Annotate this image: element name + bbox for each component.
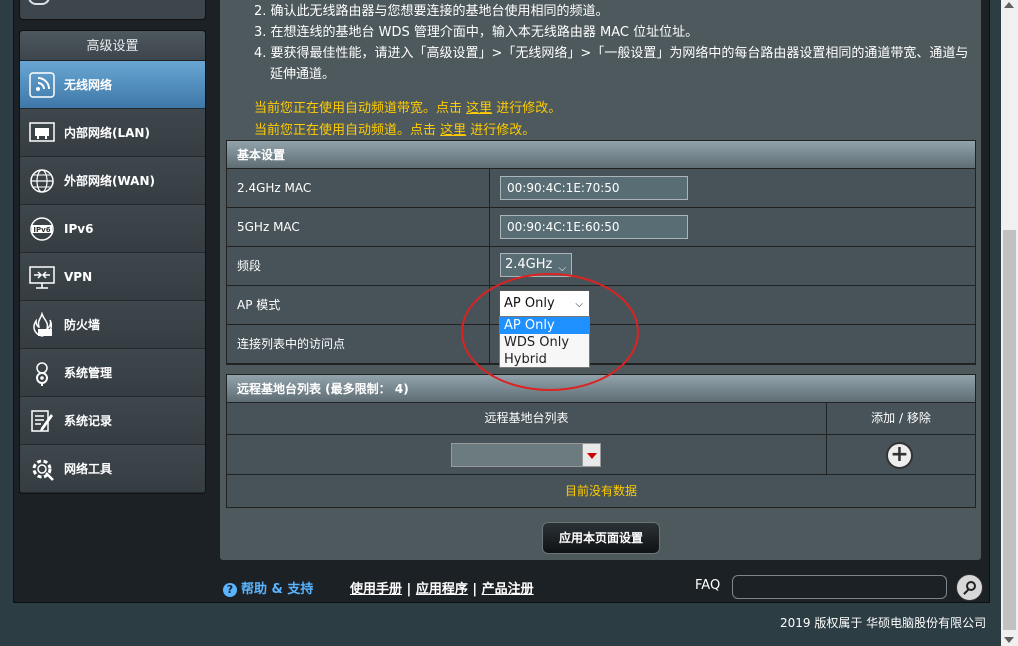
basic-settings-title: 基本设置 xyxy=(227,141,975,169)
sidebar-item-wan[interactable]: 外部网络(WAN) xyxy=(20,157,205,205)
notice-text: 当前您正在使用自动频道。点击 xyxy=(254,123,441,138)
sidebar-item-tools[interactable]: 网络工具 xyxy=(20,445,205,493)
notice-text: 进行修改。 xyxy=(466,123,536,138)
sidebar-advanced-settings: 高级设置 无线网络 内部网络(LAN) 外部网络(WAN) IPv6 IPv6 … xyxy=(19,30,206,494)
sidebar-item-label: 外部网络(WAN) xyxy=(64,174,155,188)
footer-links: 使用手册 | 应用程序 | 产品注册 xyxy=(350,582,534,597)
instruction-4: 4. 要获得最佳性能，请进入「高级设置」>「无线网络」>「一般设置」为网络中的每… xyxy=(254,46,969,61)
firewall-icon xyxy=(28,311,56,339)
sidebar-item-log[interactable]: 系统记录 xyxy=(20,397,205,445)
faq-label: FAQ xyxy=(695,578,721,593)
sidebar-item-label: 系统管理 xyxy=(64,366,113,380)
ap-list-label: 连接列表中的访问点 xyxy=(227,325,490,363)
scroll-up-icon[interactable] xyxy=(1004,2,1014,8)
row-mac5: 5GHz MAC 00:90:4C:1E:60:50 xyxy=(227,208,975,247)
notice-text: 当前您正在使用自动频道带宽。点击 xyxy=(254,101,467,116)
band-select-value: 2.4GHz xyxy=(505,257,553,272)
app-link[interactable]: 应用程序 xyxy=(416,582,468,597)
col-remote-list: 远程基地台列表 xyxy=(227,403,827,434)
mac24-label: 2.4GHz MAC xyxy=(227,169,490,207)
instruction-3: 3. 在想连线的基地台 WDS 管理介面中，输入本无线路由器 MAC 位址位址。 xyxy=(254,25,699,40)
notice-text: 进行修改。 xyxy=(492,101,562,116)
sidebar-item-label: 网络工具 xyxy=(64,462,113,476)
row-mac24: 2.4GHz MAC 00:90:4C:1E:70:50 xyxy=(227,169,975,208)
channel-link[interactable]: 这里 xyxy=(440,123,466,138)
ipv6-icon: IPv6 xyxy=(28,215,56,243)
sidebar-item-admin[interactable]: 系统管理 xyxy=(20,349,205,397)
svg-text:IPv6: IPv6 xyxy=(33,226,50,234)
sidebar-group-title: 高级设置 xyxy=(20,31,205,61)
mac24-value: 00:90:4C:1E:70:50 xyxy=(500,176,688,200)
globe-icon xyxy=(28,167,56,195)
page-scrollbar[interactable] xyxy=(1001,0,1018,646)
dropdown-arrow-icon[interactable] xyxy=(582,444,600,466)
partial-menu-icon xyxy=(28,0,50,5)
row-band: 频段 2.4GHz ⌵ xyxy=(227,247,975,286)
manual-link[interactable]: 使用手册 xyxy=(350,582,402,597)
sidebar-item-vpn[interactable]: VPN xyxy=(20,253,205,301)
col-add-remove: 添加 / 移除 xyxy=(871,411,931,425)
remote-ap-header: 远程基地台列表 添加 / 移除 xyxy=(227,403,975,435)
sidebar-item-label: 防火墙 xyxy=(64,318,101,332)
sidebar-item-label: IPv6 xyxy=(64,221,94,236)
ap-mode-label: AP 模式 xyxy=(227,286,490,324)
log-icon xyxy=(28,407,56,435)
vpn-icon xyxy=(28,263,56,291)
highlight-annotation xyxy=(461,273,639,391)
search-icon[interactable] xyxy=(956,574,983,601)
sidebar-item-firewall[interactable]: 防火墙 xyxy=(20,301,205,349)
register-link[interactable]: 产品注册 xyxy=(482,582,534,597)
help-icon: ? xyxy=(223,583,237,597)
admin-icon xyxy=(28,359,56,387)
wireless-icon xyxy=(28,71,56,99)
sidebar-item-label: 系统记录 xyxy=(64,414,113,428)
sidebar-item-wireless[interactable]: 无线网络 xyxy=(20,61,205,109)
help-label: 帮助 & 支持 xyxy=(241,582,314,597)
remote-ap-table: 远程基地台列表 (最多限制： 4) 远程基地台列表 添加 / 移除 目前没有数据 xyxy=(226,374,976,508)
copyright: 2019 版权属于 华硕电脑股份有限公司 xyxy=(780,616,987,630)
empty-message: 目前没有数据 xyxy=(227,475,975,507)
tools-icon xyxy=(28,455,56,483)
sidebar-item-label: VPN xyxy=(64,269,93,284)
mac5-label: 5GHz MAC xyxy=(227,208,490,246)
sidebar-item-label: 内部网络(LAN) xyxy=(64,126,150,140)
help-support-link[interactable]: ? 帮助 & 支持 xyxy=(223,578,313,597)
bandwidth-link[interactable]: 这里 xyxy=(466,101,492,116)
scroll-thumb[interactable] xyxy=(1003,230,1016,630)
sidebar-item-label: 无线网络 xyxy=(64,78,113,92)
instruction-4-cont: 延伸通道。 xyxy=(270,67,336,82)
remote-ap-input-row xyxy=(227,435,975,475)
mac5-value: 00:90:4C:1E:60:50 xyxy=(500,215,688,239)
lan-icon xyxy=(28,119,56,147)
notice-channel: 当前您正在使用自动频道。点击 这里 进行修改。 xyxy=(254,119,535,138)
band-label: 频段 xyxy=(227,247,490,285)
apply-button[interactable]: 应用本页面设置 xyxy=(542,522,660,554)
scroll-down-icon[interactable] xyxy=(1004,637,1014,643)
instruction-2: 2. 确认此无线路由器与您想要连接的基地台使用相同的频道。 xyxy=(254,4,609,19)
notice-bandwidth: 当前您正在使用自动频道带宽。点击 这里 进行修改。 xyxy=(254,97,561,116)
add-icon[interactable]: + xyxy=(886,442,913,469)
sidebar-item-ipv6[interactable]: IPv6 IPv6 xyxy=(20,205,205,253)
remote-ap-combo[interactable] xyxy=(451,443,601,467)
sidebar-item-lan[interactable]: 内部网络(LAN) xyxy=(20,109,205,157)
faq-search-input[interactable] xyxy=(732,575,947,599)
sidebar-top-item[interactable] xyxy=(19,0,206,20)
